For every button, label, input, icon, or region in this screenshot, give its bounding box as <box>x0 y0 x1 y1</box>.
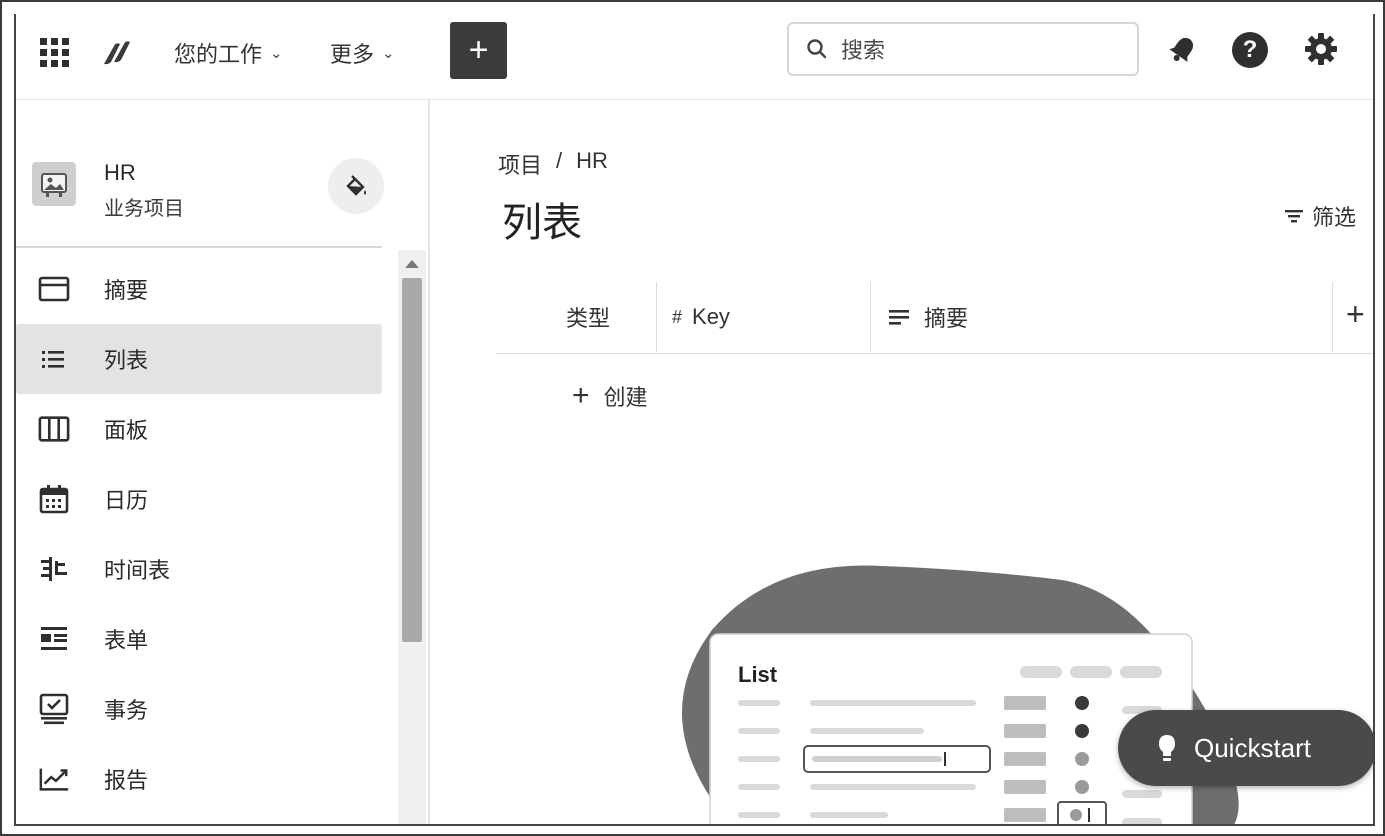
sidebar-item-label: 报告 <box>104 768 149 793</box>
app-switcher-icon[interactable] <box>38 36 70 68</box>
create-issue-button[interactable]: + 创建 <box>572 380 648 412</box>
project-type: 业务项目 <box>104 198 184 220</box>
timeline-icon <box>38 553 70 585</box>
sidebar-item-label: 表单 <box>104 628 149 653</box>
list-icon <box>38 343 70 375</box>
column-header-summary[interactable]: 摘要 <box>888 282 968 352</box>
sidebar-item-list[interactable]: 列表 <box>16 324 382 394</box>
sidebar-item-calendar[interactable]: 日历 <box>16 464 382 534</box>
lightbulb-icon <box>1159 735 1175 761</box>
search-placeholder: 搜索 <box>841 38 886 63</box>
column-header-key-label: Key <box>692 304 730 329</box>
sidebar-item-label: 面板 <box>104 418 149 443</box>
sidebar-item-timeline[interactable]: 时间表 <box>16 534 382 604</box>
search-icon <box>807 39 827 59</box>
more-menu[interactable]: 更多 ⌄ <box>330 38 395 68</box>
project-name[interactable]: HR <box>104 160 136 186</box>
issues-icon <box>38 693 70 725</box>
column-header-type[interactable]: 类型 <box>566 282 610 352</box>
sidebar-item-reports[interactable]: 报告 <box>16 744 382 814</box>
product-logo-icon[interactable] <box>100 38 134 68</box>
scroll-up-arrow-icon[interactable] <box>405 260 419 268</box>
your-work-label: 您的工作 <box>174 42 263 67</box>
column-header-key[interactable]: # Key <box>672 282 730 352</box>
column-divider[interactable] <box>1332 282 1333 352</box>
calendar-icon <box>38 483 70 515</box>
settings-gear-icon[interactable] <box>1302 30 1340 68</box>
theme-button[interactable] <box>328 158 384 214</box>
hash-icon: # <box>672 306 683 327</box>
create-label: 创建 <box>603 385 648 410</box>
sidebar-item-form[interactable]: 表单 <box>16 604 382 674</box>
breadcrumb-projects[interactable]: 项目 <box>498 148 542 180</box>
board-icon <box>38 413 70 445</box>
project-header: HR 业务项目 <box>16 144 396 244</box>
summary-icon <box>38 273 70 305</box>
text-lines-icon <box>889 310 909 325</box>
sidebar-scrollbar[interactable] <box>398 250 426 824</box>
help-icon[interactable]: ? <box>1232 32 1268 68</box>
sidebar-item-label: 列表 <box>104 348 149 373</box>
sidebar-item-summary[interactable]: 摘要 <box>16 254 382 324</box>
more-label: 更多 <box>330 42 375 67</box>
sidebar-item-label: 事务 <box>104 698 149 723</box>
illustration-title: List <box>738 662 778 687</box>
form-icon <box>38 623 70 655</box>
filter-icon <box>1285 210 1303 223</box>
chevron-down-icon: ⌄ <box>270 45 283 62</box>
sidebar-divider <box>16 246 382 248</box>
breadcrumb: 项目 / HR <box>498 148 608 180</box>
add-column-button[interactable]: + <box>1346 296 1365 333</box>
plus-icon: + <box>572 379 590 412</box>
sidebar-item-label: 摘要 <box>104 278 149 303</box>
notifications-bell-icon[interactable] <box>1166 32 1200 66</box>
search-input[interactable]: 搜索 <box>787 22 1139 76</box>
scrollbar-thumb[interactable] <box>402 278 422 642</box>
filter-button[interactable]: 筛选 <box>1284 200 1356 232</box>
main-content: 项目 / HR 列表 筛选 类型 # Key 摘要 + + 创建 List Qu… <box>432 100 1373 824</box>
column-divider[interactable] <box>656 282 657 352</box>
reports-icon <box>38 763 70 795</box>
table-header: 类型 # Key 摘要 + <box>496 282 1373 354</box>
paint-bucket-icon <box>346 175 366 196</box>
quickstart-button[interactable]: Quickstart <box>1118 710 1373 786</box>
page-title: 列表 <box>502 201 582 245</box>
project-sidebar: HR 业务项目 摘要 列表 面板 日历 时间表 表单 事务 报告 <box>16 100 430 824</box>
top-navigation-bar: 您的工作 ⌄ 更多 ⌄ + 搜索 ? <box>16 14 1373 100</box>
sidebar-item-issues[interactable]: 事务 <box>16 674 382 744</box>
project-avatar <box>32 162 76 206</box>
column-divider[interactable] <box>870 282 871 352</box>
breadcrumb-project[interactable]: HR <box>576 148 608 180</box>
app-window: 您的工作 ⌄ 更多 ⌄ + 搜索 ? HR 业务项目 摘要 列表 面板 日历 时… <box>14 14 1375 826</box>
sidebar-item-label: 时间表 <box>104 558 171 583</box>
filter-label: 筛选 <box>1312 205 1357 230</box>
sidebar-item-board[interactable]: 面板 <box>16 394 382 464</box>
chevron-down-icon: ⌄ <box>382 45 395 62</box>
app-frame: 您的工作 ⌄ 更多 ⌄ + 搜索 ? HR 业务项目 摘要 列表 面板 日历 时… <box>0 0 1385 836</box>
quickstart-label: Quickstart <box>1194 732 1312 763</box>
your-work-menu[interactable]: 您的工作 ⌄ <box>174 38 283 68</box>
column-header-summary-label: 摘要 <box>924 306 969 331</box>
project-image-icon <box>41 173 67 197</box>
breadcrumb-separator: / <box>556 148 563 173</box>
sidebar-item-label: 日历 <box>104 488 149 513</box>
create-button[interactable]: + <box>450 22 507 79</box>
